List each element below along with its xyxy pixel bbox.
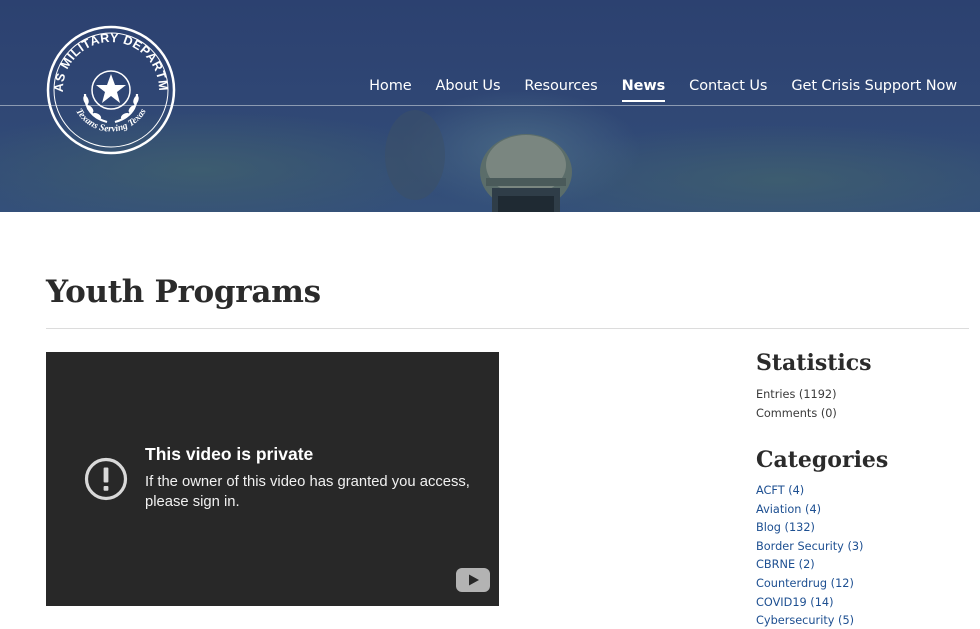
categories-heading: Categories xyxy=(756,447,889,473)
nav-get-crisis-support-now[interactable]: Get Crisis Support Now xyxy=(791,76,957,102)
nav-about-us[interactable]: About Us xyxy=(436,76,501,102)
page-title: Youth Programs xyxy=(46,274,321,310)
category-link-blog[interactable]: Blog (132) xyxy=(756,519,863,538)
youtube-icon[interactable] xyxy=(456,568,490,592)
categories-list: ACFT (4) Aviation (4) Blog (132) Border … xyxy=(756,482,863,629)
video-private-message: If the owner of this video has granted y… xyxy=(145,474,470,510)
category-link-counterdrug[interactable]: Counterdrug (12) xyxy=(756,575,863,594)
video-player[interactable]: This video is private If the owner of th… xyxy=(46,352,499,606)
video-private-title: This video is private xyxy=(145,444,314,464)
texas-military-department-seal-logo[interactable]: TEXAS MILITARY DEPARTMENT Texans Serving… xyxy=(40,13,177,156)
statistics-list: Entries (1192) Comments (0) xyxy=(756,386,837,423)
svg-text:Texans Serving Texas: Texans Serving Texas xyxy=(73,107,148,135)
statistics-heading: Statistics xyxy=(756,350,872,376)
main-navigation: Home About Us Resources News Contact Us … xyxy=(345,76,957,102)
svg-text:TEXAS MILITARY DEPARTMENT: TEXAS MILITARY DEPARTMENT xyxy=(45,24,170,92)
category-link-acft[interactable]: ACFT (4) xyxy=(756,482,863,501)
category-link-covid19[interactable]: COVID19 (14) xyxy=(756,594,863,613)
category-link-border-security[interactable]: Border Security (3) xyxy=(756,538,863,557)
stat-entries: Entries (1192) xyxy=(756,388,837,401)
exclamation-circle-icon xyxy=(84,457,128,501)
nav-home[interactable]: Home xyxy=(369,76,412,102)
nav-contact-us[interactable]: Contact Us xyxy=(689,76,767,102)
nav-resources[interactable]: Resources xyxy=(524,76,597,102)
stat-comments: Comments (0) xyxy=(756,406,837,420)
category-link-cbrne[interactable]: CBRNE (2) xyxy=(756,556,863,575)
site-header: TEXAS MILITARY DEPARTMENT Texans Serving… xyxy=(0,0,980,212)
nav-news[interactable]: News xyxy=(621,76,665,102)
title-divider xyxy=(46,328,969,329)
category-link-cybersecurity[interactable]: Cybersecurity (5) xyxy=(756,612,863,629)
category-link-aviation[interactable]: Aviation (4) xyxy=(756,501,863,520)
